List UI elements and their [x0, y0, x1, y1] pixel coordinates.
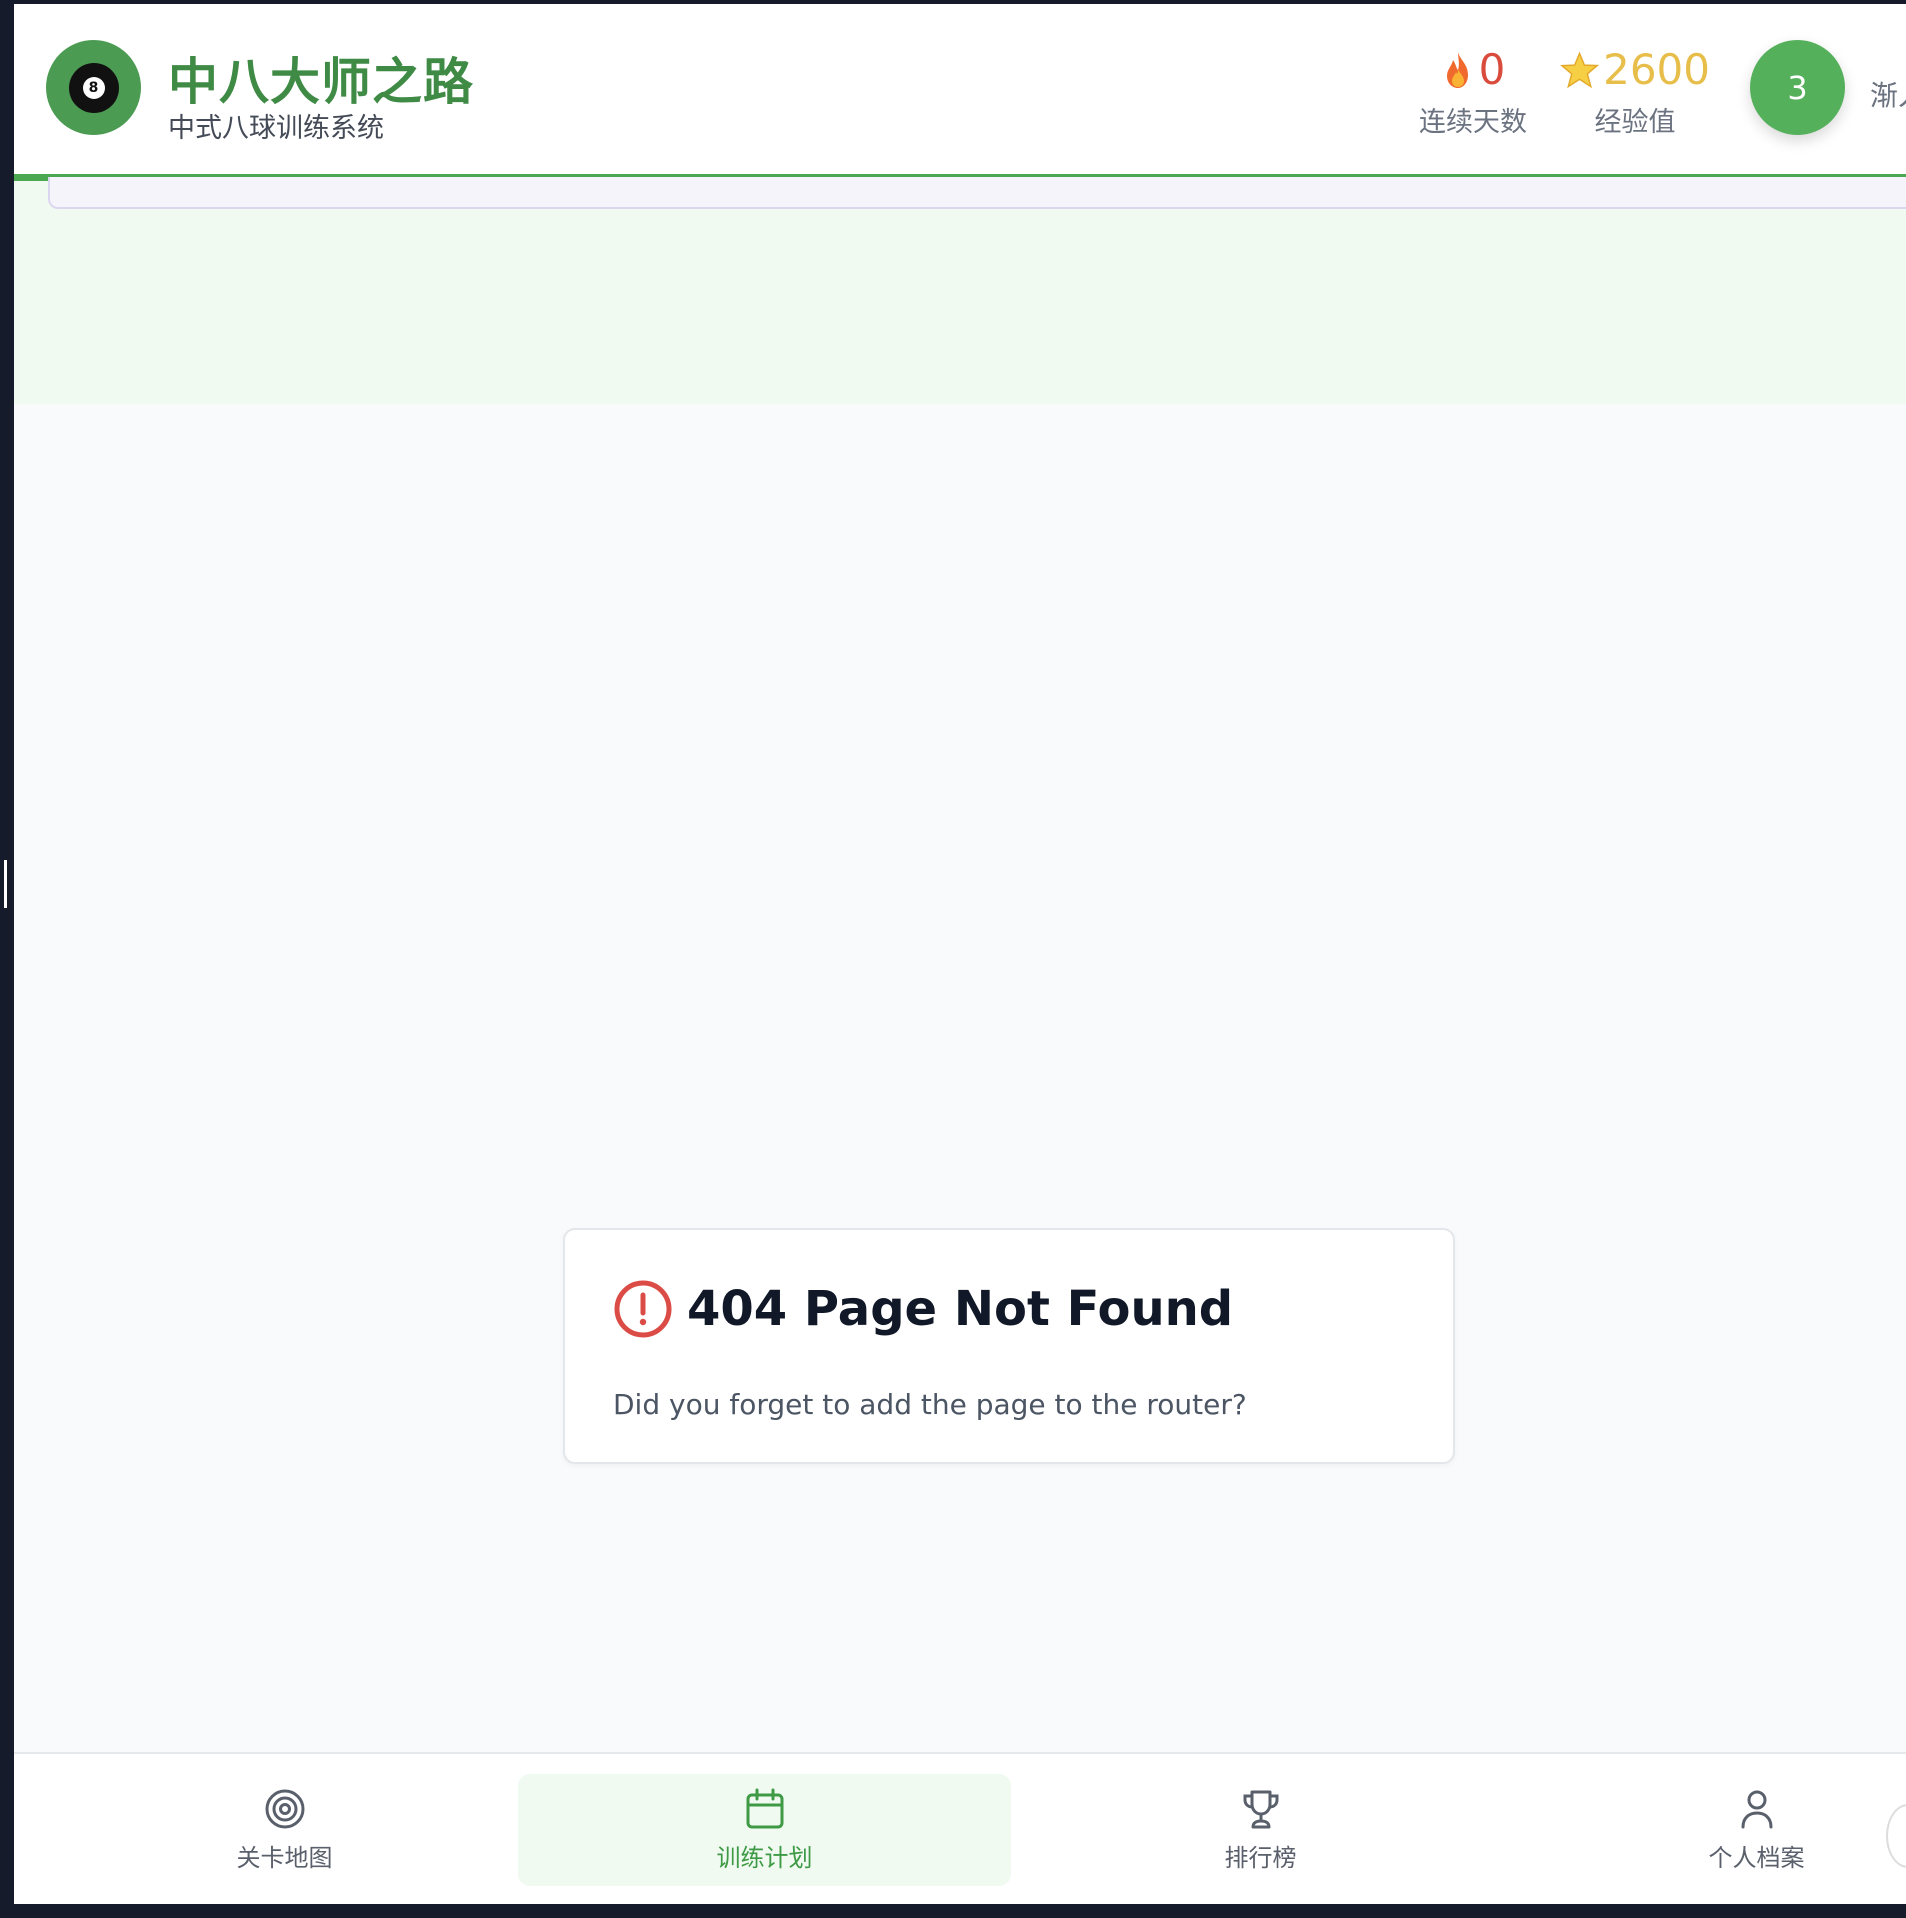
flame-icon — [1446, 52, 1468, 88]
not-found-card: 404 Page Not Found Did you forget to add… — [563, 1228, 1455, 1464]
app-window: 8 中八大师之路 中式八球训练系统 0 连续天数 2600 经验值 3 渐 40… — [14, 4, 1906, 1904]
hero-banner — [14, 177, 1906, 404]
alert-circle-icon — [614, 1280, 672, 1338]
streak-value: 0 — [1478, 45, 1506, 94]
streak-label: 连续天数 — [1419, 107, 1527, 138]
error-message: Did you forget to add the page to the ro… — [613, 1388, 1247, 1421]
xp-value: 2600 — [1603, 45, 1710, 94]
star-icon — [1560, 51, 1600, 89]
nav-profile[interactable]: 个人档案 — [1510, 1774, 1906, 1886]
streak-stat: 0 连续天数 — [1404, 44, 1542, 139]
user-icon — [1741, 1790, 1772, 1828]
level-title: 渐入 — [1870, 79, 1906, 112]
nav-label: 个人档案 — [1708, 1843, 1805, 1872]
logo[interactable]: 8 — [46, 40, 141, 135]
app-title: 中八大师之路 — [168, 53, 474, 111]
error-title: 404 Page Not Found — [687, 1281, 1234, 1337]
level-badge[interactable]: 3 — [1750, 40, 1845, 135]
nav-label: 关卡地图 — [236, 1843, 333, 1872]
xp-stat: 2600 经验值 — [1560, 44, 1710, 139]
nav-label: 训练计划 — [716, 1843, 813, 1872]
banner-card — [48, 177, 1906, 209]
calendar-icon — [746, 1788, 783, 1828]
bottom-nav: 关卡地图 训练计划 排行榜 个人档案 — [14, 1752, 1906, 1904]
eight-ball-number: 8 — [82, 76, 105, 99]
window-resize-handle[interactable] — [4, 860, 7, 908]
target-icon — [265, 1789, 304, 1828]
eight-ball-icon: 8 — [68, 62, 119, 113]
app-subtitle: 中式八球训练系统 — [168, 113, 384, 144]
nav-level-map[interactable]: 关卡地图 — [38, 1774, 531, 1886]
nav-label: 排行榜 — [1224, 1843, 1297, 1872]
app-header: 8 中八大师之路 中式八球训练系统 0 连续天数 2600 经验值 3 渐 — [14, 4, 1906, 181]
xp-label: 经验值 — [1594, 107, 1676, 138]
nav-leaderboard[interactable]: 排行榜 — [1014, 1774, 1507, 1886]
nav-training-plan[interactable]: 训练计划 — [518, 1774, 1011, 1886]
trophy-icon — [1243, 1790, 1278, 1828]
